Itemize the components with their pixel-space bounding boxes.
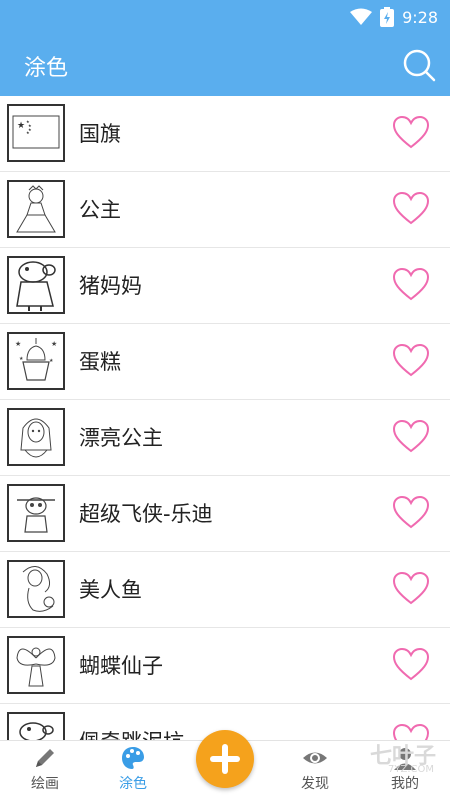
pencil-icon [36, 749, 54, 767]
princess-thumbnail [7, 180, 65, 238]
heart-icon[interactable] [392, 648, 430, 682]
item-label: 国旗 [79, 122, 121, 146]
pretty-princess-thumbnail [7, 408, 65, 466]
item-label: 蛋糕 [79, 350, 121, 374]
list-item[interactable]: ★ ★ ★ ★ ★ 国旗 [0, 96, 450, 172]
list-item[interactable]: 超级飞侠-乐迪 [0, 476, 450, 552]
status-time: 9:28 [402, 7, 438, 27]
item-label: 猪妈妈 [79, 274, 142, 298]
item-label: 美人鱼 [79, 578, 142, 602]
tab-draw-label: 绘画 [31, 776, 59, 792]
svg-text:★: ★ [49, 358, 54, 364]
flag-thumbnail: ★ ★ ★ ★ ★ [7, 104, 65, 162]
list-item[interactable]: 漂亮公主 [0, 400, 450, 476]
super-wings-thumbnail [7, 484, 65, 542]
eye-icon [303, 752, 327, 764]
item-label: 漂亮公主 [79, 426, 163, 450]
tab-discover[interactable]: 发现 [270, 745, 360, 793]
plus-icon [210, 744, 240, 774]
page-title: 涂色 [24, 56, 69, 81]
status-bar: 9:28 [0, 0, 450, 34]
peppa-thumbnail [7, 712, 65, 740]
heart-icon[interactable] [392, 116, 430, 150]
tab-color[interactable]: 涂色 [88, 745, 178, 793]
tab-draw[interactable]: 绘画 [0, 745, 90, 793]
palette-icon [122, 747, 144, 769]
search-icon[interactable] [402, 48, 436, 82]
butterfly-fairy-thumbnail [7, 636, 65, 694]
heart-icon[interactable] [392, 572, 430, 606]
svg-text:★: ★ [17, 121, 25, 131]
heart-icon[interactable] [392, 496, 430, 530]
status-icons: 9:28 [350, 7, 438, 27]
heart-icon[interactable] [392, 268, 430, 302]
svg-text:★: ★ [51, 340, 57, 348]
svg-text:★: ★ [26, 130, 30, 135]
cake-thumbnail: ★ ★ ★ ★ [7, 332, 65, 390]
list-item[interactable]: 蝴蝶仙子 [0, 628, 450, 704]
watermark-url: 7YZ.COM [388, 764, 434, 775]
item-label: 公主 [79, 198, 121, 222]
list-item[interactable]: 猪妈妈 [0, 248, 450, 324]
heart-icon[interactable] [392, 192, 430, 226]
mermaid-thumbnail [7, 560, 65, 618]
battery-icon [380, 7, 395, 27]
wifi-icon [350, 8, 373, 25]
app-bar: 涂色 [0, 34, 450, 96]
svg-text:★: ★ [15, 340, 21, 348]
svg-text:★: ★ [19, 356, 24, 362]
item-label: 超级飞侠-乐迪 [79, 502, 213, 526]
pig-thumbnail [7, 256, 65, 314]
tab-color-label: 涂色 [119, 776, 147, 792]
list-item[interactable]: 美人鱼 [0, 552, 450, 628]
heart-icon[interactable] [392, 344, 430, 378]
item-label: 佩奇跳泥坑 [79, 726, 184, 740]
item-label: 蝴蝶仙子 [79, 654, 163, 678]
list-item[interactable]: 公主 [0, 172, 450, 248]
add-button[interactable] [196, 730, 254, 788]
tab-mine-label: 我的 [391, 776, 419, 792]
heart-icon[interactable] [392, 420, 430, 454]
coloring-list: ★ ★ ★ ★ ★ 国旗 公主 猪妈妈 ★ ★ ★ ★ 蛋糕 漂亮公主 超级飞侠… [0, 96, 450, 740]
list-item[interactable]: ★ ★ ★ ★ 蛋糕 [0, 324, 450, 400]
tab-discover-label: 发现 [301, 776, 329, 792]
